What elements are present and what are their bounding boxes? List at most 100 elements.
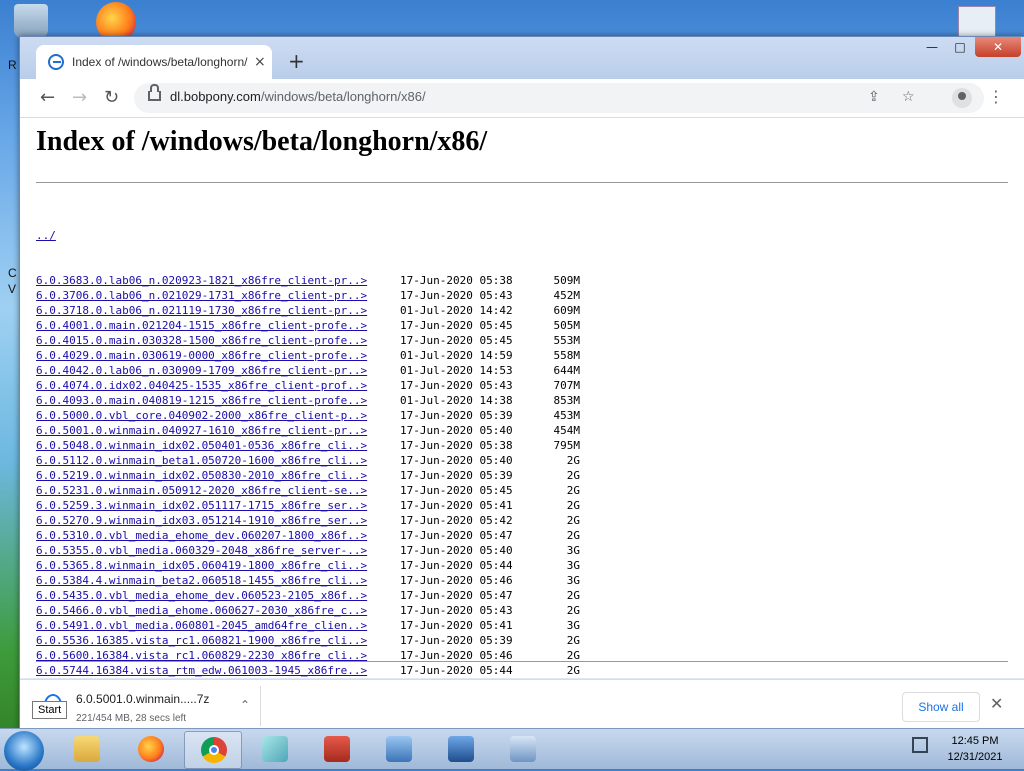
chevron-up-icon[interactable]: ⌃ — [240, 698, 250, 712]
file-link[interactable]: 6.0.5219.0.winmain_idx02.050830-2010_x86… — [36, 468, 400, 483]
file-link[interactable]: 6.0.5048.0.winmain_idx02.050401-0536_x86… — [36, 438, 400, 453]
taskbar-toolbox[interactable] — [308, 731, 364, 767]
forward-arrow-icon[interactable]: → — [72, 87, 87, 108]
share-icon[interactable]: ⇪ — [868, 89, 880, 105]
list-item: 6.0.5259.3.winmain_idx02.051117-1715_x86… — [36, 498, 580, 513]
back-arrow-icon[interactable]: ← — [40, 87, 55, 108]
file-link[interactable]: 6.0.5744.16384.vista_rtm_edw.061003-1945… — [36, 663, 400, 678]
file-date: 01-Jul-2020 14:42 — [400, 304, 513, 317]
taskbar: 12:45 PM 12/31/2021 — [0, 728, 1024, 771]
reload-icon[interactable]: ↻ — [104, 87, 119, 108]
file-link[interactable]: 6.0.5384.4.winmain_beta2.060518-1455_x86… — [36, 573, 400, 588]
list-item: 6.0.4015.0.main.030328-1500_x86fre_clien… — [36, 333, 580, 348]
kebab-menu-icon[interactable]: ⋮ — [988, 87, 1004, 106]
file-link[interactable]: 6.0.5231.0.winmain.050912-2020_x86fre_cl… — [36, 483, 400, 498]
list-item: 6.0.5355.0.vbl_media.060329-2048_x86fre_… — [36, 543, 580, 558]
file-link[interactable]: 6.0.5536.16385.vista_rc1.060821-1900_x86… — [36, 633, 400, 648]
file-link[interactable]: 6.0.5259.3.winmain_idx02.051117-1715_x86… — [36, 498, 400, 513]
file-link[interactable]: 6.0.4029.0.main.030619-0000_x86fre_clien… — [36, 348, 400, 363]
bookmark-star-icon[interactable]: ☆ — [902, 89, 915, 105]
list-item: 6.0.5384.4.winmain_beta2.060518-1455_x86… — [36, 573, 580, 588]
file-size: 3G — [566, 619, 580, 632]
file-size: 509M — [553, 274, 581, 287]
profile-avatar-icon[interactable] — [952, 88, 972, 108]
list-item: 6.0.4042.0.lab06_n.030909-1709_x86fre_cl… — [36, 363, 580, 378]
file-link[interactable]: 6.0.5435.0.vbl_media_ehome_dev.060523-21… — [36, 588, 400, 603]
list-item: 6.0.4001.0.main.021204-1515_x86fre_clien… — [36, 318, 580, 333]
file-link[interactable]: 6.0.4093.0.main.040819-1215_x86fre_clien… — [36, 393, 400, 408]
file-date: 17-Jun-2020 05:43 — [400, 289, 513, 302]
start-orb-button[interactable] — [4, 731, 44, 771]
file-date: 17-Jun-2020 05:45 — [400, 334, 513, 347]
file-link[interactable]: 6.0.3718.0.lab06_n.021119-1730_x86fre_cl… — [36, 303, 400, 318]
list-item: 6.0.5435.0.vbl_media_ehome_dev.060523-21… — [36, 588, 580, 603]
parent-directory-link[interactable]: ../ — [36, 228, 400, 243]
file-link[interactable]: 6.0.4015.0.main.030328-1500_x86fre_clien… — [36, 333, 400, 348]
file-size: 558M — [553, 349, 581, 362]
file-size: 2G — [566, 514, 580, 527]
download-file-name: 6.0.5001.0.winmain.....7z — [76, 692, 210, 706]
list-item: 6.0.5491.0.vbl_media.060801-2045_amd64fr… — [36, 618, 580, 633]
list-item: 6.0.5231.0.winmain.050912-2020_x86fre_cl… — [36, 483, 580, 498]
file-link[interactable]: 6.0.5466.0.vbl_media_ehome.060627-2030_x… — [36, 603, 400, 618]
taskbar-firefox[interactable] — [122, 731, 178, 767]
desktop-file-icon[interactable] — [958, 6, 996, 40]
file-link[interactable]: 6.0.5270.9.winmain_idx03.051214-1910_x86… — [36, 513, 400, 528]
taskbar-chrome[interactable] — [184, 731, 242, 769]
file-link[interactable]: 6.0.4042.0.lab06_n.030909-1709_x86fre_cl… — [36, 363, 400, 378]
download-status: 221/454 MB, 28 secs left — [76, 713, 187, 724]
file-link[interactable]: 6.0.5001.0.winmain.040927-1610_x86fre_cl… — [36, 423, 400, 438]
show-all-button[interactable]: Show all — [902, 692, 980, 722]
page-title: Index of /windows/beta/longhorn/x86/ — [36, 126, 488, 157]
clock[interactable]: 12:45 PM 12/31/2021 — [938, 733, 1012, 765]
desktop-label-fragment: V — [8, 282, 17, 296]
tab-title: Index of /windows/beta/longhorn/x86/ — [72, 55, 248, 69]
list-item: 6.0.5536.16385.vista_rc1.060821-1900_x86… — [36, 633, 580, 648]
maximize-button[interactable]: □ — [948, 37, 972, 57]
file-date: 17-Jun-2020 05:44 — [400, 559, 513, 572]
file-date: 17-Jun-2020 05:43 — [400, 604, 513, 617]
tab-active[interactable]: Index of /windows/beta/longhorn/x86/ × — [36, 45, 272, 79]
file-link[interactable]: 6.0.5491.0.vbl_media.060801-2045_amd64fr… — [36, 618, 400, 633]
lock-icon[interactable] — [148, 84, 161, 101]
file-link[interactable]: 6.0.5355.0.vbl_media.060329-2048_x86fre_… — [36, 543, 400, 558]
list-item: 6.0.5112.0.winmain_beta1.050720-1600_x86… — [36, 453, 580, 468]
taskbar-disk[interactable] — [494, 731, 550, 767]
url-text[interactable]: dl.bobpony.com/windows/beta/longhorn/x86… — [170, 89, 426, 104]
close-download-bar-icon[interactable]: ✕ — [990, 694, 1003, 713]
minimize-button[interactable]: — — [920, 37, 944, 57]
download-bar: 6.0.5001.0.winmain.....7z 221/454 MB, 28… — [20, 679, 1024, 732]
list-item: 6.0.5001.0.winmain.040927-1610_x86fre_cl… — [36, 423, 580, 438]
file-size: 3G — [566, 559, 580, 572]
start-tooltip: Start — [32, 701, 68, 719]
file-link[interactable]: 6.0.4074.0.idx02.040425-1535_x86fre_clie… — [36, 378, 400, 393]
file-link[interactable]: 6.0.5310.0.vbl_media_ehome_dev.060207-18… — [36, 528, 400, 543]
file-link[interactable]: 6.0.3706.0.lab06_n.021029-1731_x86fre_cl… — [36, 288, 400, 303]
file-link[interactable]: 6.0.3683.0.lab06_n.020923-1821_x86fre_cl… — [36, 273, 400, 288]
clock-time: 12:45 PM — [951, 735, 999, 747]
address-bar[interactable]: dl.bobpony.com/windows/beta/longhorn/x86… — [134, 83, 984, 113]
file-link[interactable]: 6.0.5000.0.vbl_core.040902-2000_x86fre_c… — [36, 408, 400, 423]
taskbar-sticky-notes[interactable] — [246, 731, 302, 767]
taskbar-monitor[interactable] — [370, 731, 426, 767]
list-item: 6.0.5219.0.winmain_idx02.050830-2010_x86… — [36, 468, 580, 483]
recycle-bin-icon[interactable] — [14, 4, 48, 38]
close-window-button[interactable]: ✕ — [975, 37, 1021, 57]
network-tray-icon[interactable] — [912, 737, 928, 753]
file-link[interactable]: 6.0.4001.0.main.021204-1515_x86fre_clien… — [36, 318, 400, 333]
list-item: 6.0.5744.16384.vista_rtm_edw.061003-1945… — [36, 663, 580, 678]
file-size: 707M — [553, 379, 581, 392]
new-tab-button[interactable]: + — [288, 49, 305, 73]
file-link[interactable]: 6.0.5365.8.winmain_idx05.060419-1800_x86… — [36, 558, 400, 573]
list-item: 6.0.4074.0.idx02.040425-1535_x86fre_clie… — [36, 378, 580, 393]
list-item: 6.0.5000.0.vbl_core.040902-2000_x86fre_c… — [36, 408, 580, 423]
sticky-notes-icon — [262, 736, 288, 762]
file-date: 17-Jun-2020 05:41 — [400, 619, 513, 632]
taskbar-virtualbox[interactable] — [432, 731, 488, 767]
file-date: 17-Jun-2020 05:38 — [400, 274, 513, 287]
file-link[interactable]: 6.0.5112.0.winmain_beta1.050720-1600_x86… — [36, 453, 400, 468]
taskbar-folder[interactable] — [58, 731, 114, 767]
tab-close-icon[interactable]: × — [254, 54, 266, 70]
file-date: 17-Jun-2020 05:42 — [400, 514, 513, 527]
list-item: 6.0.5048.0.winmain_idx02.050401-0536_x86… — [36, 438, 580, 453]
